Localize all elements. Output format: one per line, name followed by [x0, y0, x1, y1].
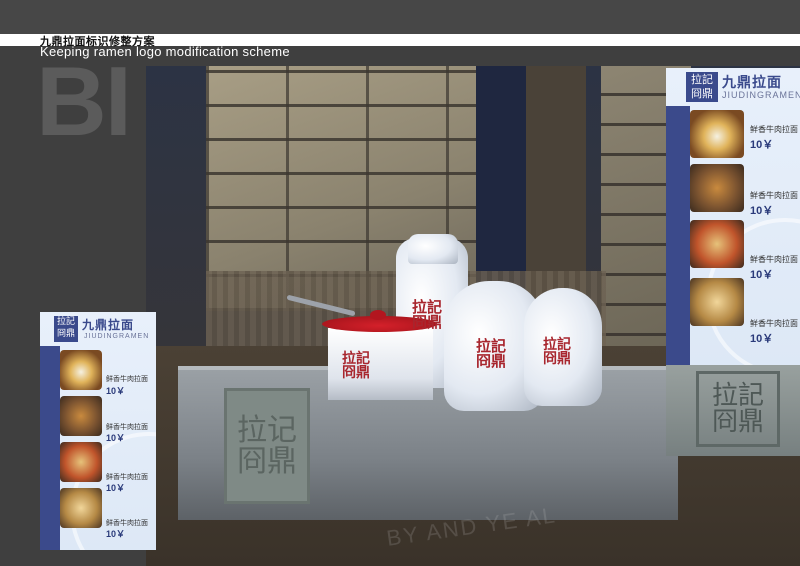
menu-side-band	[40, 346, 60, 550]
food-photo	[690, 110, 744, 158]
jar-lid-knob	[370, 310, 386, 320]
shaker-logo-large: 拉記 冏鼎	[476, 337, 507, 370]
menu-item-name: 鲜香牛肉拉面	[750, 125, 798, 134]
tray-logo-seal: 拉记 冏鼎	[224, 388, 310, 504]
menu-title-en: JIUDINGRAMEN	[722, 90, 800, 100]
menu-item-price: 10￥	[750, 205, 774, 217]
menu-item-price: 10￥	[750, 333, 774, 345]
menu-item-price: 10￥	[750, 269, 774, 281]
menu-item-price: 10￥	[106, 386, 126, 396]
menu-title-cn: 九鼎拉面	[722, 75, 782, 91]
menu-item-price: 10￥	[106, 433, 126, 443]
menu-side-band	[666, 106, 690, 365]
food-photo	[690, 220, 744, 268]
bi-watermark-letters: BI	[36, 46, 132, 156]
menu-item-price: 10￥	[106, 483, 126, 493]
stand-logo-seal: 拉記 冏鼎	[696, 371, 780, 447]
food-photo	[60, 488, 102, 528]
menu-item-name: 鲜香牛肉拉面	[750, 191, 798, 200]
menu-logo-mark: 拉記 冏鼎	[54, 316, 78, 342]
menu-logo-mark: 拉記 冏鼎	[686, 72, 718, 102]
food-photo	[60, 442, 102, 482]
menu-card-right: 拉記 冏鼎 九鼎拉面 JIUDINGRAMEN 鲜香牛肉拉面 10￥ 鲜香牛肉拉…	[666, 68, 800, 365]
menu-item-name: 鲜香牛肉拉面	[750, 255, 798, 264]
menu-item-price: 10￥	[106, 529, 126, 539]
menu-item-name: 鲜香牛肉拉面	[106, 375, 148, 383]
food-photo	[60, 350, 102, 390]
food-photo	[60, 396, 102, 436]
food-photo	[690, 278, 744, 326]
sake-bottle-neck	[408, 234, 458, 264]
jar-logo: 拉記 冏鼎	[342, 351, 370, 381]
menu-item-name: 鲜香牛肉拉面	[750, 319, 798, 328]
menu-title-en: JIUDINGRAMEN	[84, 333, 150, 340]
menu-item-price: 10￥	[750, 139, 774, 151]
top-bar	[0, 0, 800, 34]
food-photo	[690, 164, 744, 212]
menu-card-left: 拉記 冏鼎 九鼎拉面 JIUDINGRAMEN 鲜香牛肉拉面 10￥ 鲜香牛肉拉…	[40, 312, 156, 550]
bottle-logo: 拉記 冏鼎	[412, 298, 443, 331]
shaker-logo-small: 拉記 冏鼎	[543, 337, 571, 367]
menu-title-cn: 九鼎拉面	[82, 318, 135, 332]
